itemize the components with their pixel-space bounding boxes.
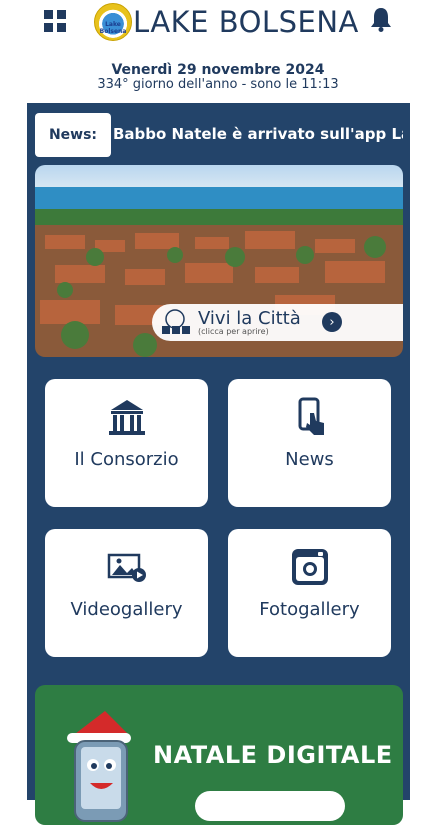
building-icon: [108, 400, 145, 435]
hero-card[interactable]: Vivi la Città (clicca per aprire) ›: [35, 165, 403, 357]
vivi-la-citta-button[interactable]: Vivi la Città (clicca per aprire) ›: [152, 304, 403, 341]
chevron-right-icon: ›: [322, 312, 342, 332]
bell-icon[interactable]: [370, 6, 392, 32]
app-header: Lake Bolsena LAKE BOLSENA: [0, 0, 436, 48]
town-icon: [162, 308, 190, 334]
news-bar[interactable]: News: Babbo Natele è arrivato sull'app L…: [27, 113, 410, 157]
day-of-year-line: 334° giorno dell'anno - sono le 11:13: [97, 77, 339, 92]
tile-label: Fotogallery: [259, 599, 360, 620]
promo-button[interactable]: [195, 791, 345, 821]
tile-label: News: [285, 449, 334, 470]
app-title: LAKE BOLSENA: [133, 5, 359, 39]
promo-title: NATALE DIGITALE: [153, 741, 393, 769]
news-label: News:: [35, 113, 111, 157]
news-ticker[interactable]: Babbo Natele è arrivato sull'app Lake Bo…: [113, 125, 403, 143]
grid-menu-icon[interactable]: [44, 10, 66, 32]
tile-fotogallery[interactable]: Fotogallery: [228, 529, 391, 657]
tile-il-consorzio[interactable]: Il Consorzio: [45, 379, 208, 507]
main-panel: News: Babbo Natele è arrivato sull'app L…: [27, 103, 410, 825]
tile-news[interactable]: News: [228, 379, 391, 507]
date-line: Venerdì 29 novembre 2024: [111, 62, 325, 78]
hero-subtitle: (clicca per aprire): [198, 326, 269, 336]
natale-digitale-banner[interactable]: NATALE DIGITALE: [35, 685, 403, 825]
hero-title: Vivi la Città: [198, 307, 301, 329]
phone-touch-icon: [298, 397, 324, 435]
tile-label: Videogallery: [70, 599, 183, 620]
logo: Lake Bolsena: [94, 3, 132, 41]
tile-videogallery[interactable]: Videogallery: [45, 529, 208, 657]
phone-mascot: [67, 711, 131, 822]
logo-text: Lake Bolsena: [99, 21, 127, 35]
instagram-camera-icon: [291, 549, 328, 585]
tile-label: Il Consorzio: [74, 449, 179, 470]
video-gallery-icon: [107, 553, 146, 582]
